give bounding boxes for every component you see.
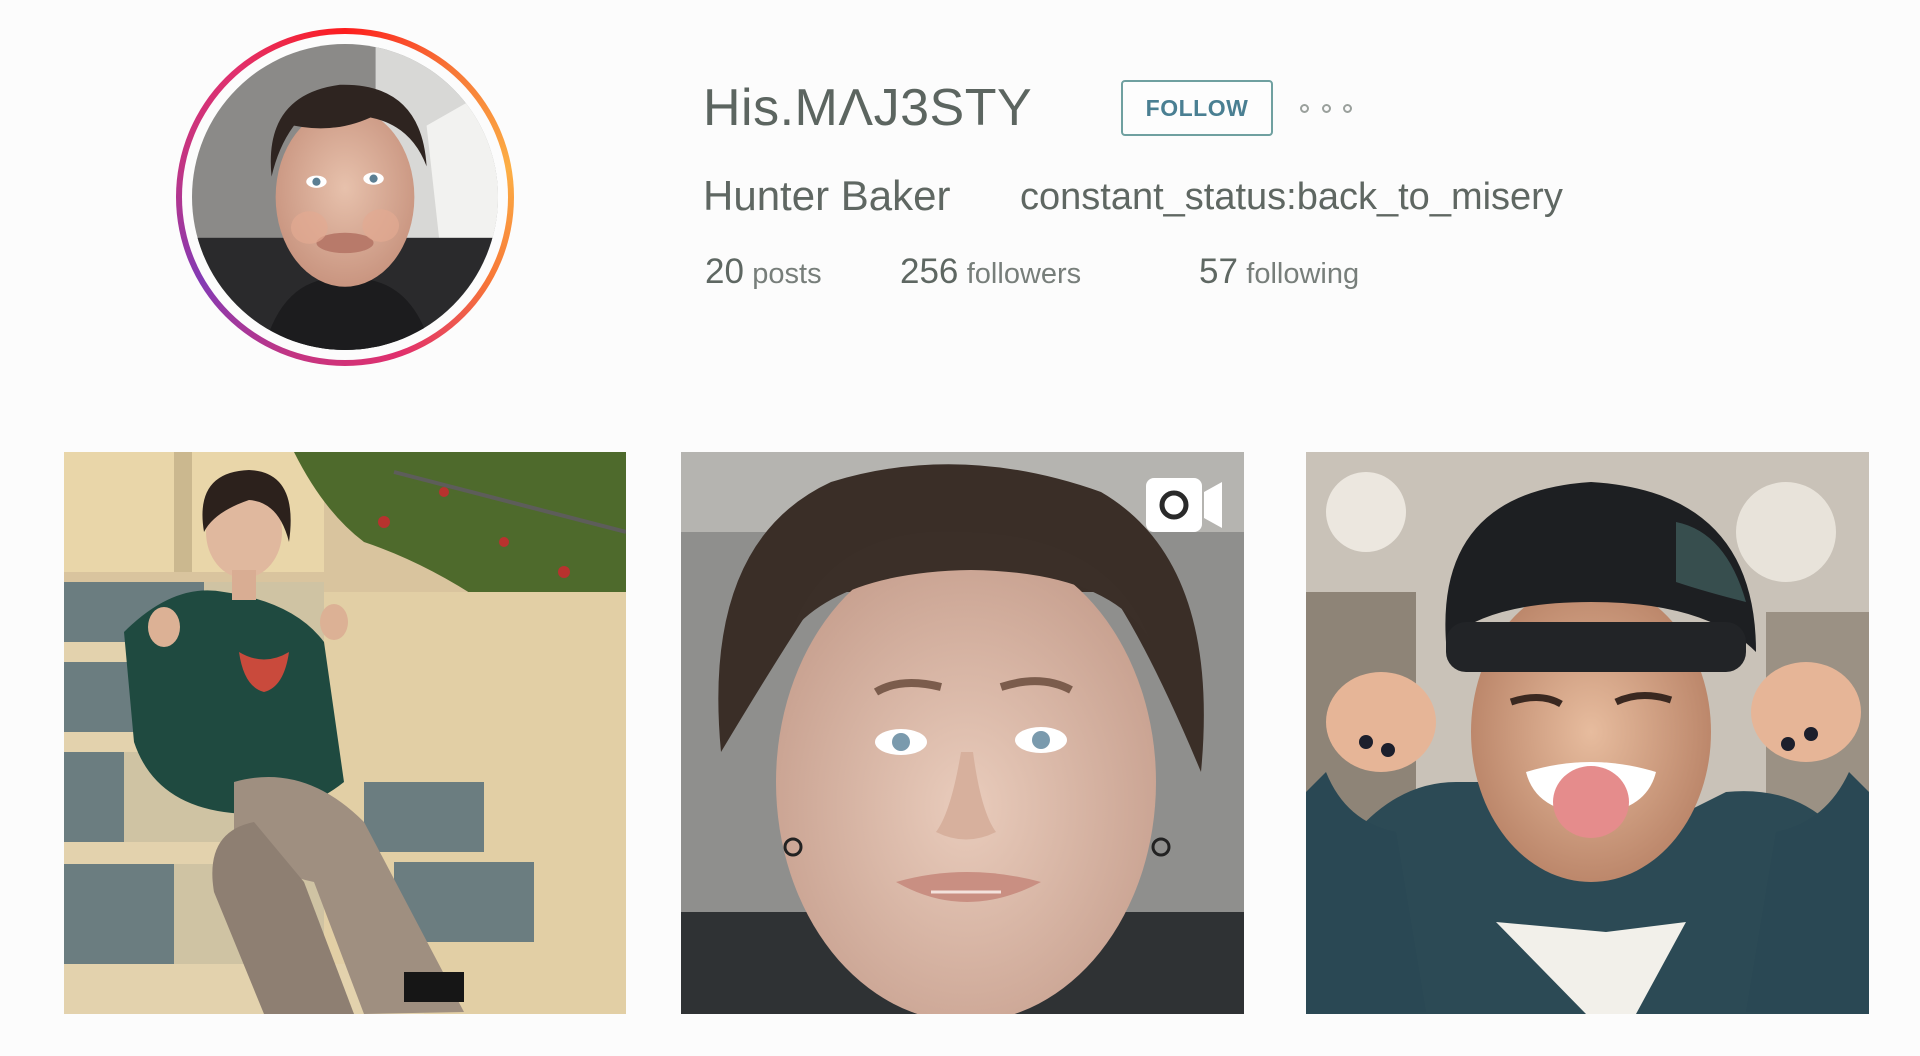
grid-post-1[interactable] [64,452,626,1014]
video-camera-icon [1144,476,1224,534]
grid-post-3[interactable] [1306,452,1869,1014]
profile-full-name: Hunter Baker [703,172,951,219]
profile-avatar-story-ring[interactable] [176,28,514,366]
profile-bio: constant_status:back_to_misery [1020,176,1563,218]
more-options-icon[interactable] [1300,96,1352,120]
profile-page: His.MΛJ3STY FOLLOW Hunter Baker constant… [0,0,1920,1056]
posts-count: 20 [705,252,744,291]
profile-username: His.MΛJ3STY [703,79,1033,137]
following-label: following [1246,258,1360,290]
followers-label: followers [966,258,1082,290]
following-stat[interactable]: 57 following [1199,252,1359,292]
grid-post-2-video[interactable] [681,452,1244,1014]
posts-count-stat: 20 posts [705,252,822,292]
followers-stat[interactable]: 256 followers [900,252,1081,292]
follow-button[interactable]: FOLLOW [1121,80,1273,136]
avatar [192,44,498,350]
followers-count: 256 [900,252,959,291]
following-count: 57 [1199,252,1238,291]
posts-label: posts [752,258,822,290]
